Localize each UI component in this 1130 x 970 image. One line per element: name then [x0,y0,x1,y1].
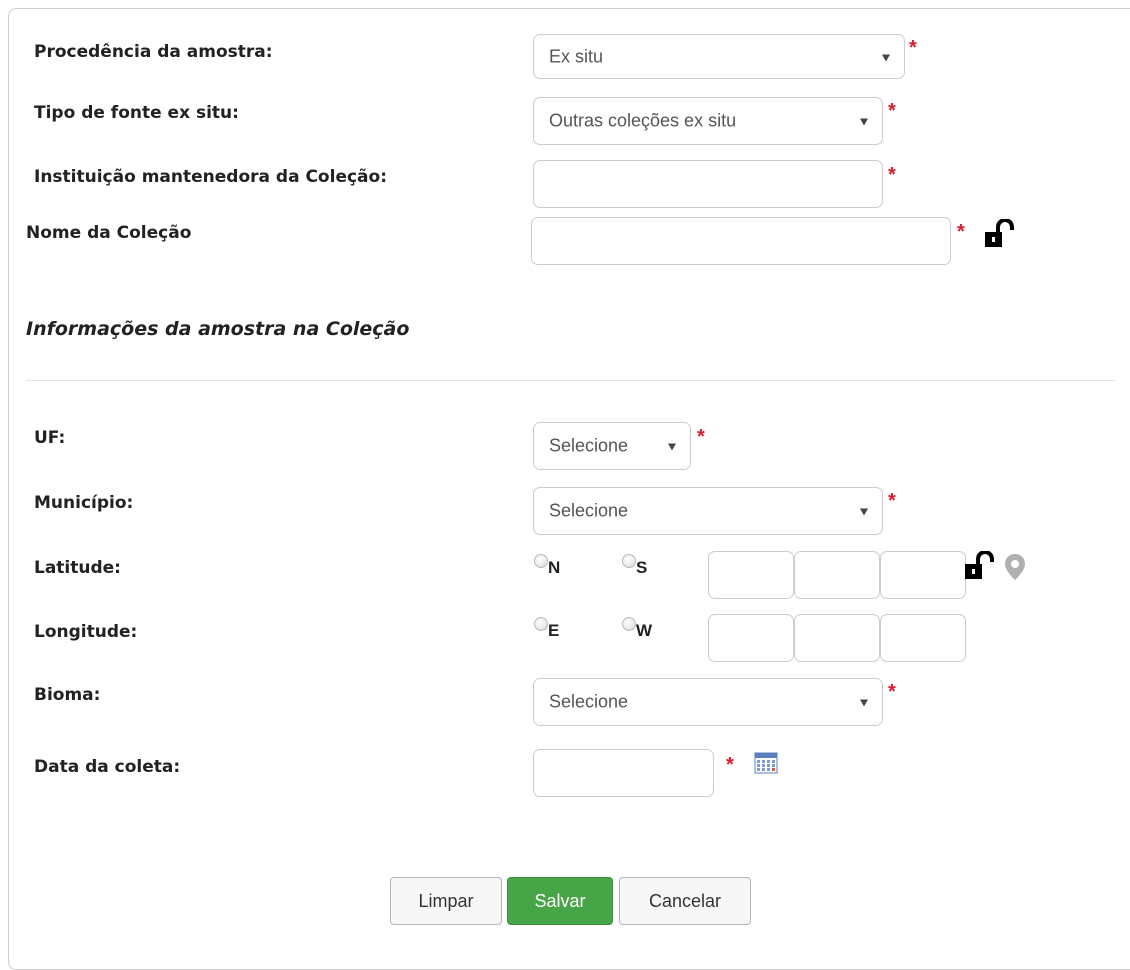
municipio-label: Município: [34,493,134,513]
longitude-minutes-input[interactable] [794,614,880,662]
divider [26,380,1116,381]
unlock-icon[interactable] [964,550,1000,585]
chevron-down-icon [860,118,868,126]
radio-button[interactable] [622,617,636,631]
radio-button[interactable] [534,617,548,631]
nome-colecao-input[interactable] [531,217,951,265]
instituicao-input[interactable] [533,160,883,208]
radio-label: E [548,621,560,640]
required-marker: * [888,681,896,703]
uf-value: Selecione [549,435,629,456]
radio-label: N [548,558,561,577]
required-marker: * [957,221,965,243]
longitude-seconds-input[interactable] [880,614,966,662]
salvar-button[interactable]: Salvar [507,877,613,925]
map-pin-icon[interactable] [1004,553,1026,585]
bioma-label: Bioma: [34,685,101,705]
chevron-down-icon [860,699,868,707]
chevron-down-icon [882,54,890,62]
required-marker: * [888,100,896,122]
bioma-select[interactable]: Selecione [533,678,883,726]
latitude-seconds-input[interactable] [880,551,966,599]
unlock-icon[interactable] [983,218,1021,253]
data-coleta-input[interactable] [533,749,714,797]
calendar-icon[interactable] [754,752,778,778]
longitude-label: Longitude: [34,622,138,642]
nome-colecao-label: Nome da Coleção [26,223,192,243]
latitude-minutes-input[interactable] [794,551,880,599]
latitude-degrees-input[interactable] [708,551,794,599]
tipo-fonte-select[interactable]: Outras coleções ex situ [533,97,883,145]
instituicao-label: Instituição mantenedora da Coleção: [34,167,387,187]
tipo-fonte-value: Outras coleções ex situ [549,110,737,131]
limpar-button[interactable]: Limpar [390,877,502,925]
required-marker: * [697,426,705,448]
municipio-value: Selecione [549,500,629,521]
data-coleta-label: Data da coleta: [34,757,181,777]
procedencia-label: Procedência da amostra: [34,42,273,62]
latitude-label: Latitude: [34,558,121,578]
tipo-fonte-label: Tipo de fonte ex situ: [34,103,239,123]
required-marker: * [909,37,917,59]
cancelar-button[interactable]: Cancelar [619,877,751,925]
procedencia-select[interactable]: Ex situ [533,34,905,79]
radio-label: S [636,558,648,577]
required-marker: * [888,164,896,186]
required-marker: * [726,754,734,776]
chevron-down-icon [668,443,676,451]
procedencia-value: Ex situ [549,46,604,66]
radio-button[interactable] [622,554,636,568]
municipio-select[interactable]: Selecione [533,487,883,535]
longitude-degrees-input[interactable] [708,614,794,662]
required-marker: * [888,490,896,512]
radio-button[interactable] [534,554,548,568]
radio-label: W [636,621,653,640]
uf-label: UF: [34,428,66,448]
chevron-down-icon [860,508,868,516]
bioma-value: Selecione [549,691,629,712]
uf-select[interactable]: Selecione [533,422,691,470]
section-title: Informações da amostra na Coleção [26,318,410,340]
